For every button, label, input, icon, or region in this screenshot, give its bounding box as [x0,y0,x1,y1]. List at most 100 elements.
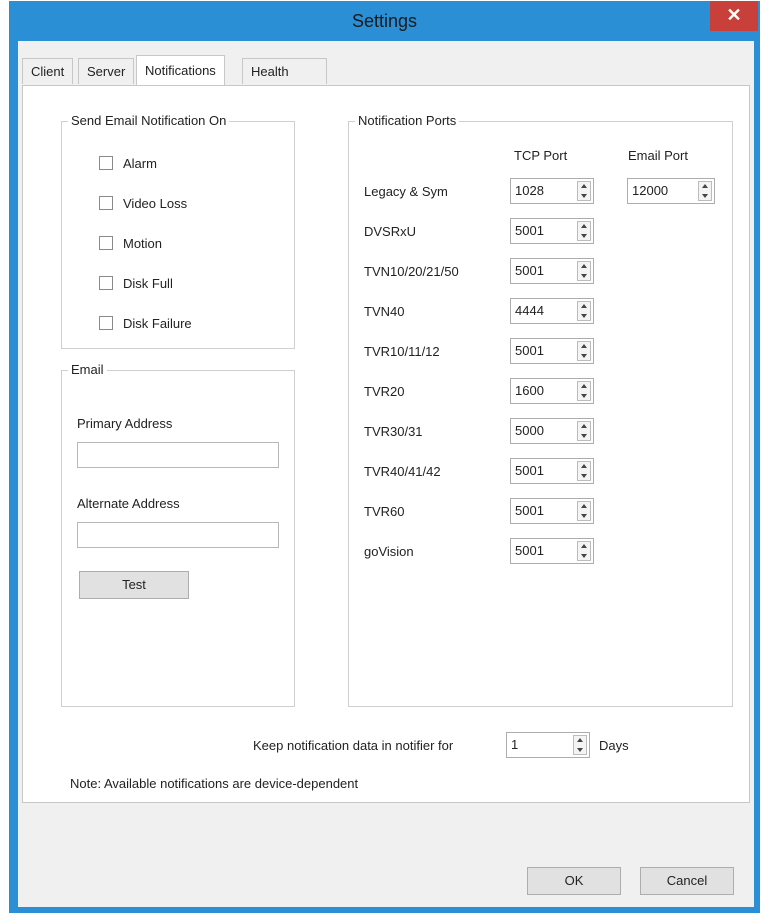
spin-up-icon [581,264,587,268]
motion-checkbox-row[interactable]: Motion [99,234,162,252]
spin-down-icon [581,474,587,478]
window-title: Settings [351,11,418,31]
notifications-panel: Send Email Notification On Alarm Video L… [22,85,750,803]
tcp-port-header: TCP Port [514,148,568,163]
spin-arrows[interactable] [577,181,591,201]
tcp-port-value: 5001 [515,263,544,278]
alternate-address-field[interactable] [77,522,279,548]
tcp-port-spinner[interactable]: 5000 [510,418,594,444]
retention-label: Keep notification data in notifier for [253,738,454,753]
spin-arrows[interactable] [577,381,591,401]
tcp-port-value: 5000 [515,423,544,438]
tcp-port-spinner[interactable]: 5001 [510,538,594,564]
spin-arrows[interactable] [577,341,591,361]
device-label: TVR30/31 [364,424,423,439]
retention-days-value: 1 [511,737,519,752]
tcp-port-spinner[interactable]: 1600 [510,378,594,404]
cancel-button[interactable]: Cancel [640,867,734,895]
close-icon: ✕ [726,5,742,25]
spin-arrows[interactable] [577,421,591,441]
tcp-port-spinner[interactable]: 5001 [510,218,594,244]
spin-arrows[interactable] [577,501,591,521]
tcp-port-value: 5001 [515,543,544,558]
device-label: TVN40 [364,304,405,319]
group-legend: Send Email Notification On [68,113,230,128]
retention-unit-label: Days [599,738,629,753]
spin-arrows[interactable] [698,181,712,201]
video-loss-checkbox-row[interactable]: Video Loss [99,194,187,212]
spin-arrows[interactable] [577,221,591,241]
tab-health-diagnostics[interactable]: Health Diagnostics [242,58,328,105]
email-group: Email Primary Address Alternate Address … [61,362,295,707]
spin-arrows[interactable] [573,735,587,755]
email-port-value: 12000 [632,183,669,198]
spin-down-icon [581,394,587,398]
device-label: Legacy & Sym [364,184,448,199]
tab-notifications[interactable]: Notifications [136,55,225,85]
tcp-port-value: 5001 [515,503,544,518]
tcp-port-value: 5001 [515,223,544,238]
disk-full-label: Disk Full [123,275,173,291]
spin-up-icon [581,424,587,428]
spin-up-icon [581,544,587,548]
retention-days-spinner[interactable]: 1 [506,732,590,758]
spin-arrows[interactable] [577,541,591,561]
tcp-port-spinner[interactable]: 5001 [510,338,594,364]
device-label: TVR40/41/42 [364,464,441,479]
disk-failure-checkbox-row[interactable]: Disk Failure [99,314,192,332]
tcp-port-spinner[interactable]: 5001 [510,498,594,524]
spin-arrows[interactable] [577,461,591,481]
tab-client[interactable]: Client [22,58,74,84]
send-email-notification-group: Send Email Notification On Alarm Video L… [61,113,295,349]
motion-label: Motion [123,235,163,251]
close-button[interactable]: ✕ [710,1,758,31]
device-dependent-note: Note: Available notifications are device… [70,776,359,791]
title-bar[interactable]: Settings ✕ [9,1,760,41]
spin-down-icon [577,748,583,752]
alternate-address-label: Alternate Address [77,496,180,511]
spin-up-icon [581,184,587,188]
email-legend: Email [68,362,107,377]
settings-window: Settings ✕ Client Server Notifications H… [9,1,760,913]
tcp-port-spinner[interactable]: 4444 [510,298,594,324]
spin-down-icon [581,434,587,438]
disk-full-checkbox[interactable] [99,276,113,290]
spin-down-icon [702,194,708,198]
spin-up-icon [581,344,587,348]
test-button[interactable]: Test [79,571,189,599]
video-loss-checkbox[interactable] [99,196,113,210]
spin-arrows[interactable] [577,261,591,281]
tcp-port-value: 5001 [515,463,544,478]
device-label: DVSRxU [364,224,417,239]
motion-checkbox[interactable] [99,236,113,250]
spin-up-icon [581,304,587,308]
dialog-client: Client Server Notifications Health Diagn… [18,41,754,907]
primary-address-field[interactable] [77,442,279,468]
tcp-port-spinner[interactable]: 5001 [510,458,594,484]
disk-full-checkbox-row[interactable]: Disk Full [99,274,173,292]
tcp-port-value: 4444 [515,303,544,318]
spin-down-icon [581,234,587,238]
spin-down-icon [581,354,587,358]
spin-up-icon [577,738,583,742]
alarm-checkbox[interactable] [99,156,113,170]
email-port-header: Email Port [628,148,688,163]
tab-server[interactable]: Server [78,58,135,84]
spin-up-icon [581,224,587,228]
spin-arrows[interactable] [577,301,591,321]
ok-button[interactable]: OK [527,867,621,895]
spin-down-icon [581,314,587,318]
alarm-label: Alarm [123,155,157,171]
tcp-port-value: 5001 [515,343,544,358]
device-label: TVR10/11/12 [364,344,440,359]
email-port-spinner[interactable]: 12000 [627,178,715,204]
spin-up-icon [581,464,587,468]
ports-legend: Notification Ports [355,113,460,128]
disk-failure-checkbox[interactable] [99,316,113,330]
device-label: TVR60 [364,504,405,519]
tcp-port-spinner[interactable]: 5001 [510,258,594,284]
notification-ports-group: Notification Ports TCP Port Email Port L… [348,113,733,707]
alarm-checkbox-row[interactable]: Alarm [99,154,157,172]
tcp-port-spinner[interactable]: 1028 [510,178,594,204]
primary-address-label: Primary Address [77,416,173,431]
